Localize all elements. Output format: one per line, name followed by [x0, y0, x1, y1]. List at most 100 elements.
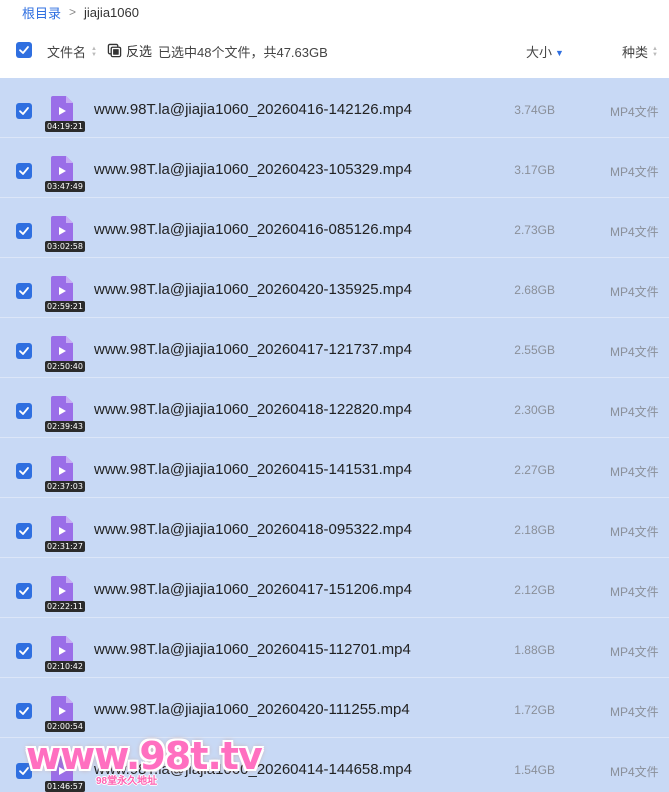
- file-thumbnail: 03:47:49: [45, 156, 85, 196]
- file-type: MP4文件: [610, 345, 659, 359]
- checkmark-icon: [19, 347, 29, 355]
- file-type: MP4文件: [610, 285, 659, 299]
- file-checkbox[interactable]: [16, 283, 32, 299]
- file-size: 2.55GB: [514, 343, 555, 357]
- file-type: MP4文件: [610, 465, 659, 479]
- select-all-checkbox[interactable]: [16, 42, 32, 58]
- type-column-header[interactable]: 种类 ▲ ▼: [622, 42, 658, 61]
- sort-updown-icon: ▲ ▼: [652, 45, 658, 58]
- file-row[interactable]: 02:39:43 www.98T.la@jiajia1060_20260418-…: [0, 378, 669, 438]
- file-size: 1.54GB: [514, 763, 555, 777]
- checkmark-icon: [19, 46, 29, 54]
- type-column-label: 种类: [622, 45, 649, 60]
- video-duration: 02:00:54: [45, 721, 85, 732]
- name-column-label: 文件名: [47, 45, 87, 60]
- checkmark-icon: [19, 407, 29, 415]
- name-column-header[interactable]: 文件名 ▲ ▼: [47, 42, 97, 61]
- file-row[interactable]: 01:46:57 www.98T.la@jiajia1060_20260414-…: [0, 738, 669, 792]
- file-thumbnail: 02:50:40: [45, 336, 85, 376]
- file-type: MP4文件: [610, 585, 659, 599]
- file-thumbnail: 02:00:54: [45, 696, 85, 736]
- checkmark-icon: [19, 467, 29, 475]
- file-checkbox[interactable]: [16, 223, 32, 239]
- invert-selection-icon: [107, 43, 122, 58]
- file-name[interactable]: www.98T.la@jiajia1060_20260418-122820.mp…: [94, 401, 412, 418]
- file-row[interactable]: 03:02:58 www.98T.la@jiajia1060_20260416-…: [0, 198, 669, 258]
- file-thumbnail: 02:59:21: [45, 276, 85, 316]
- file-size: 2.18GB: [514, 523, 555, 537]
- file-name[interactable]: www.98T.la@jiajia1060_20260418-095322.mp…: [94, 521, 412, 538]
- file-row[interactable]: 02:37:03 www.98T.la@jiajia1060_20260415-…: [0, 438, 669, 498]
- file-thumbnail: 03:02:58: [45, 216, 85, 256]
- file-name[interactable]: www.98T.la@jiajia1060_20260416-142126.mp…: [94, 101, 412, 118]
- file-thumbnail: 04:19:21: [45, 96, 85, 136]
- file-list: 04:19:21 www.98T.la@jiajia1060_20260416-…: [0, 78, 669, 792]
- file-name[interactable]: www.98T.la@jiajia1060_20260420-111255.mp…: [94, 701, 410, 718]
- file-checkbox[interactable]: [16, 403, 32, 419]
- file-checkbox[interactable]: [16, 703, 32, 719]
- file-checkbox[interactable]: [16, 463, 32, 479]
- file-size: 2.30GB: [514, 403, 555, 417]
- file-name[interactable]: www.98T.la@jiajia1060_20260417-121737.mp…: [94, 341, 412, 358]
- file-row[interactable]: 04:19:21 www.98T.la@jiajia1060_20260416-…: [0, 78, 669, 138]
- breadcrumb-separator: >: [69, 5, 77, 19]
- file-row[interactable]: 03:47:49 www.98T.la@jiajia1060_20260423-…: [0, 138, 669, 198]
- file-size: 3.17GB: [514, 163, 555, 177]
- video-file-icon: [51, 516, 73, 544]
- file-checkbox[interactable]: [16, 523, 32, 539]
- breadcrumb-current-folder: jiajia1060: [84, 4, 139, 20]
- invert-selection-label: 反选: [126, 44, 153, 59]
- file-name[interactable]: www.98T.la@jiajia1060_20260415-112701.mp…: [94, 641, 411, 658]
- file-thumbnail: 02:31:27: [45, 516, 85, 556]
- file-row[interactable]: 02:10:42 www.98T.la@jiajia1060_20260415-…: [0, 618, 669, 678]
- size-column-header[interactable]: 大小 ▼: [526, 42, 564, 61]
- file-name[interactable]: www.98T.la@jiajia1060_20260415-141531.mp…: [94, 461, 412, 478]
- sort-updown-icon: ▲ ▼: [91, 45, 97, 58]
- file-type: MP4文件: [610, 765, 659, 779]
- video-file-icon: [51, 336, 73, 364]
- file-row[interactable]: 02:00:54 www.98T.la@jiajia1060_20260420-…: [0, 678, 669, 738]
- file-size: 2.73GB: [514, 223, 555, 237]
- sort-desc-icon: ▼: [555, 48, 564, 58]
- breadcrumb-root-link[interactable]: 根目录: [22, 3, 61, 22]
- file-checkbox[interactable]: [16, 343, 32, 359]
- video-file-icon: [51, 396, 73, 424]
- video-duration: 02:37:03: [45, 481, 85, 492]
- file-name[interactable]: www.98T.la@jiajia1060_20260417-151206.mp…: [94, 581, 412, 598]
- file-thumbnail: 02:37:03: [45, 456, 85, 496]
- file-checkbox[interactable]: [16, 583, 32, 599]
- file-name[interactable]: www.98T.la@jiajia1060_20260416-085126.mp…: [94, 221, 412, 238]
- checkmark-icon: [19, 767, 29, 775]
- video-file-icon: [51, 756, 73, 784]
- file-name[interactable]: www.98T.la@jiajia1060_20260420-135925.mp…: [94, 281, 412, 298]
- video-duration: 02:31:27: [45, 541, 85, 552]
- video-duration: 02:39:43: [45, 421, 85, 432]
- file-checkbox[interactable]: [16, 643, 32, 659]
- checkmark-icon: [19, 587, 29, 595]
- file-row[interactable]: 02:22:11 www.98T.la@jiajia1060_20260417-…: [0, 558, 669, 618]
- file-checkbox[interactable]: [16, 763, 32, 779]
- checkmark-icon: [19, 227, 29, 235]
- file-name[interactable]: www.98T.la@jiajia1060_20260414-144658.mp…: [94, 761, 412, 778]
- file-size: 1.88GB: [514, 643, 555, 657]
- size-column-label: 大小: [526, 45, 553, 60]
- file-checkbox[interactable]: [16, 163, 32, 179]
- file-type: MP4文件: [610, 165, 659, 179]
- selection-summary: 已选中48个文件，共47.63GB: [158, 45, 328, 60]
- file-type: MP4文件: [610, 525, 659, 539]
- checkmark-icon: [19, 707, 29, 715]
- video-duration: 02:10:42: [45, 661, 85, 672]
- file-name[interactable]: www.98T.la@jiajia1060_20260423-105329.mp…: [94, 161, 412, 178]
- video-duration: 02:50:40: [45, 361, 85, 372]
- file-row[interactable]: 02:59:21 www.98T.la@jiajia1060_20260420-…: [0, 258, 669, 318]
- video-duration: 03:02:58: [45, 241, 85, 252]
- file-row[interactable]: 02:50:40 www.98T.la@jiajia1060_20260417-…: [0, 318, 669, 378]
- video-file-icon: [51, 456, 73, 484]
- file-row[interactable]: 02:31:27 www.98T.la@jiajia1060_20260418-…: [0, 498, 669, 558]
- checkmark-icon: [19, 167, 29, 175]
- video-duration: 02:22:11: [45, 601, 85, 612]
- video-file-icon: [51, 576, 73, 604]
- invert-selection-button[interactable]: 反选: [107, 41, 152, 60]
- file-checkbox[interactable]: [16, 103, 32, 119]
- file-thumbnail: 02:22:11: [45, 576, 85, 616]
